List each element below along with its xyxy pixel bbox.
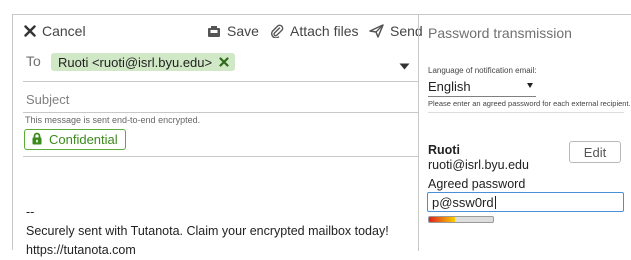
attach-files-label: Attach files bbox=[290, 23, 359, 39]
toolbar: Cancel Save Attach files Send bbox=[13, 15, 423, 47]
language-value: English bbox=[428, 78, 471, 94]
message-body[interactable]: -- Securely sent with Tutanota. Claim yo… bbox=[26, 203, 389, 260]
divider bbox=[23, 112, 418, 113]
body-line: -- bbox=[26, 205, 35, 219]
edit-button[interactable]: Edit bbox=[569, 141, 621, 163]
select-underline bbox=[428, 96, 536, 97]
confidential-toggle[interactable]: Confidential bbox=[24, 129, 126, 150]
agreed-password-input[interactable]: p@ssw0rd bbox=[427, 192, 624, 212]
recipient-chip-text: Ruoti <ruoti@isrl.byu.edu> bbox=[58, 54, 213, 70]
divider bbox=[23, 156, 418, 157]
send-button[interactable]: Send bbox=[369, 23, 423, 39]
save-label: Save bbox=[227, 23, 259, 39]
language-label: Language of notification email: bbox=[428, 66, 537, 75]
body-line: Securely sent with Tutanota. Claim your … bbox=[26, 224, 389, 238]
dropdown-caret-icon bbox=[527, 83, 533, 88]
paperclip-icon bbox=[270, 24, 284, 38]
divider bbox=[23, 81, 418, 82]
to-label: To bbox=[26, 53, 41, 69]
language-select[interactable]: English bbox=[428, 77, 536, 95]
password-strength-fill bbox=[429, 217, 455, 222]
composer-pane: Cancel Save Attach files Send To Ruoti <… bbox=[13, 15, 423, 257]
save-button[interactable]: Save bbox=[207, 23, 259, 39]
remove-recipient-icon[interactable] bbox=[219, 57, 229, 67]
panel-title: Password transmission bbox=[428, 25, 572, 41]
text-cursor bbox=[494, 195, 496, 209]
mail-editor-dialog: Cancel Save Attach files Send To Ruoti <… bbox=[12, 14, 631, 257]
attach-files-button[interactable]: Attach files bbox=[270, 23, 358, 39]
save-icon bbox=[207, 25, 221, 38]
password-strength-meter bbox=[428, 216, 494, 223]
recipient-name: Ruoti bbox=[428, 143, 460, 157]
password-value: p@ssw0rd bbox=[432, 194, 494, 210]
password-instruction: Please enter an agreed password for each… bbox=[428, 99, 631, 108]
recipients-row: To Ruoti <ruoti@isrl.byu.edu> bbox=[13, 48, 418, 78]
recipient-chip[interactable]: Ruoti <ruoti@isrl.byu.edu> bbox=[51, 53, 236, 71]
close-icon bbox=[24, 25, 36, 37]
password-transmission-panel: Password transmission Language of notifi… bbox=[419, 15, 631, 251]
agreed-password-label: Agreed password bbox=[428, 177, 526, 191]
expand-recipients-icon[interactable] bbox=[399, 57, 410, 75]
cancel-label: Cancel bbox=[42, 23, 86, 39]
cancel-button[interactable]: Cancel bbox=[24, 23, 86, 39]
body-line: https://tutanota.com bbox=[26, 243, 136, 257]
encryption-note: This message is sent end-to-end encrypte… bbox=[25, 115, 201, 125]
send-icon bbox=[369, 24, 384, 38]
divider bbox=[428, 112, 624, 113]
subject-field[interactable]: Subject bbox=[26, 92, 69, 107]
lock-icon bbox=[32, 132, 42, 148]
recipient-email: ruoti@isrl.byu.edu bbox=[428, 158, 529, 172]
confidential-label: Confidential bbox=[49, 132, 118, 147]
